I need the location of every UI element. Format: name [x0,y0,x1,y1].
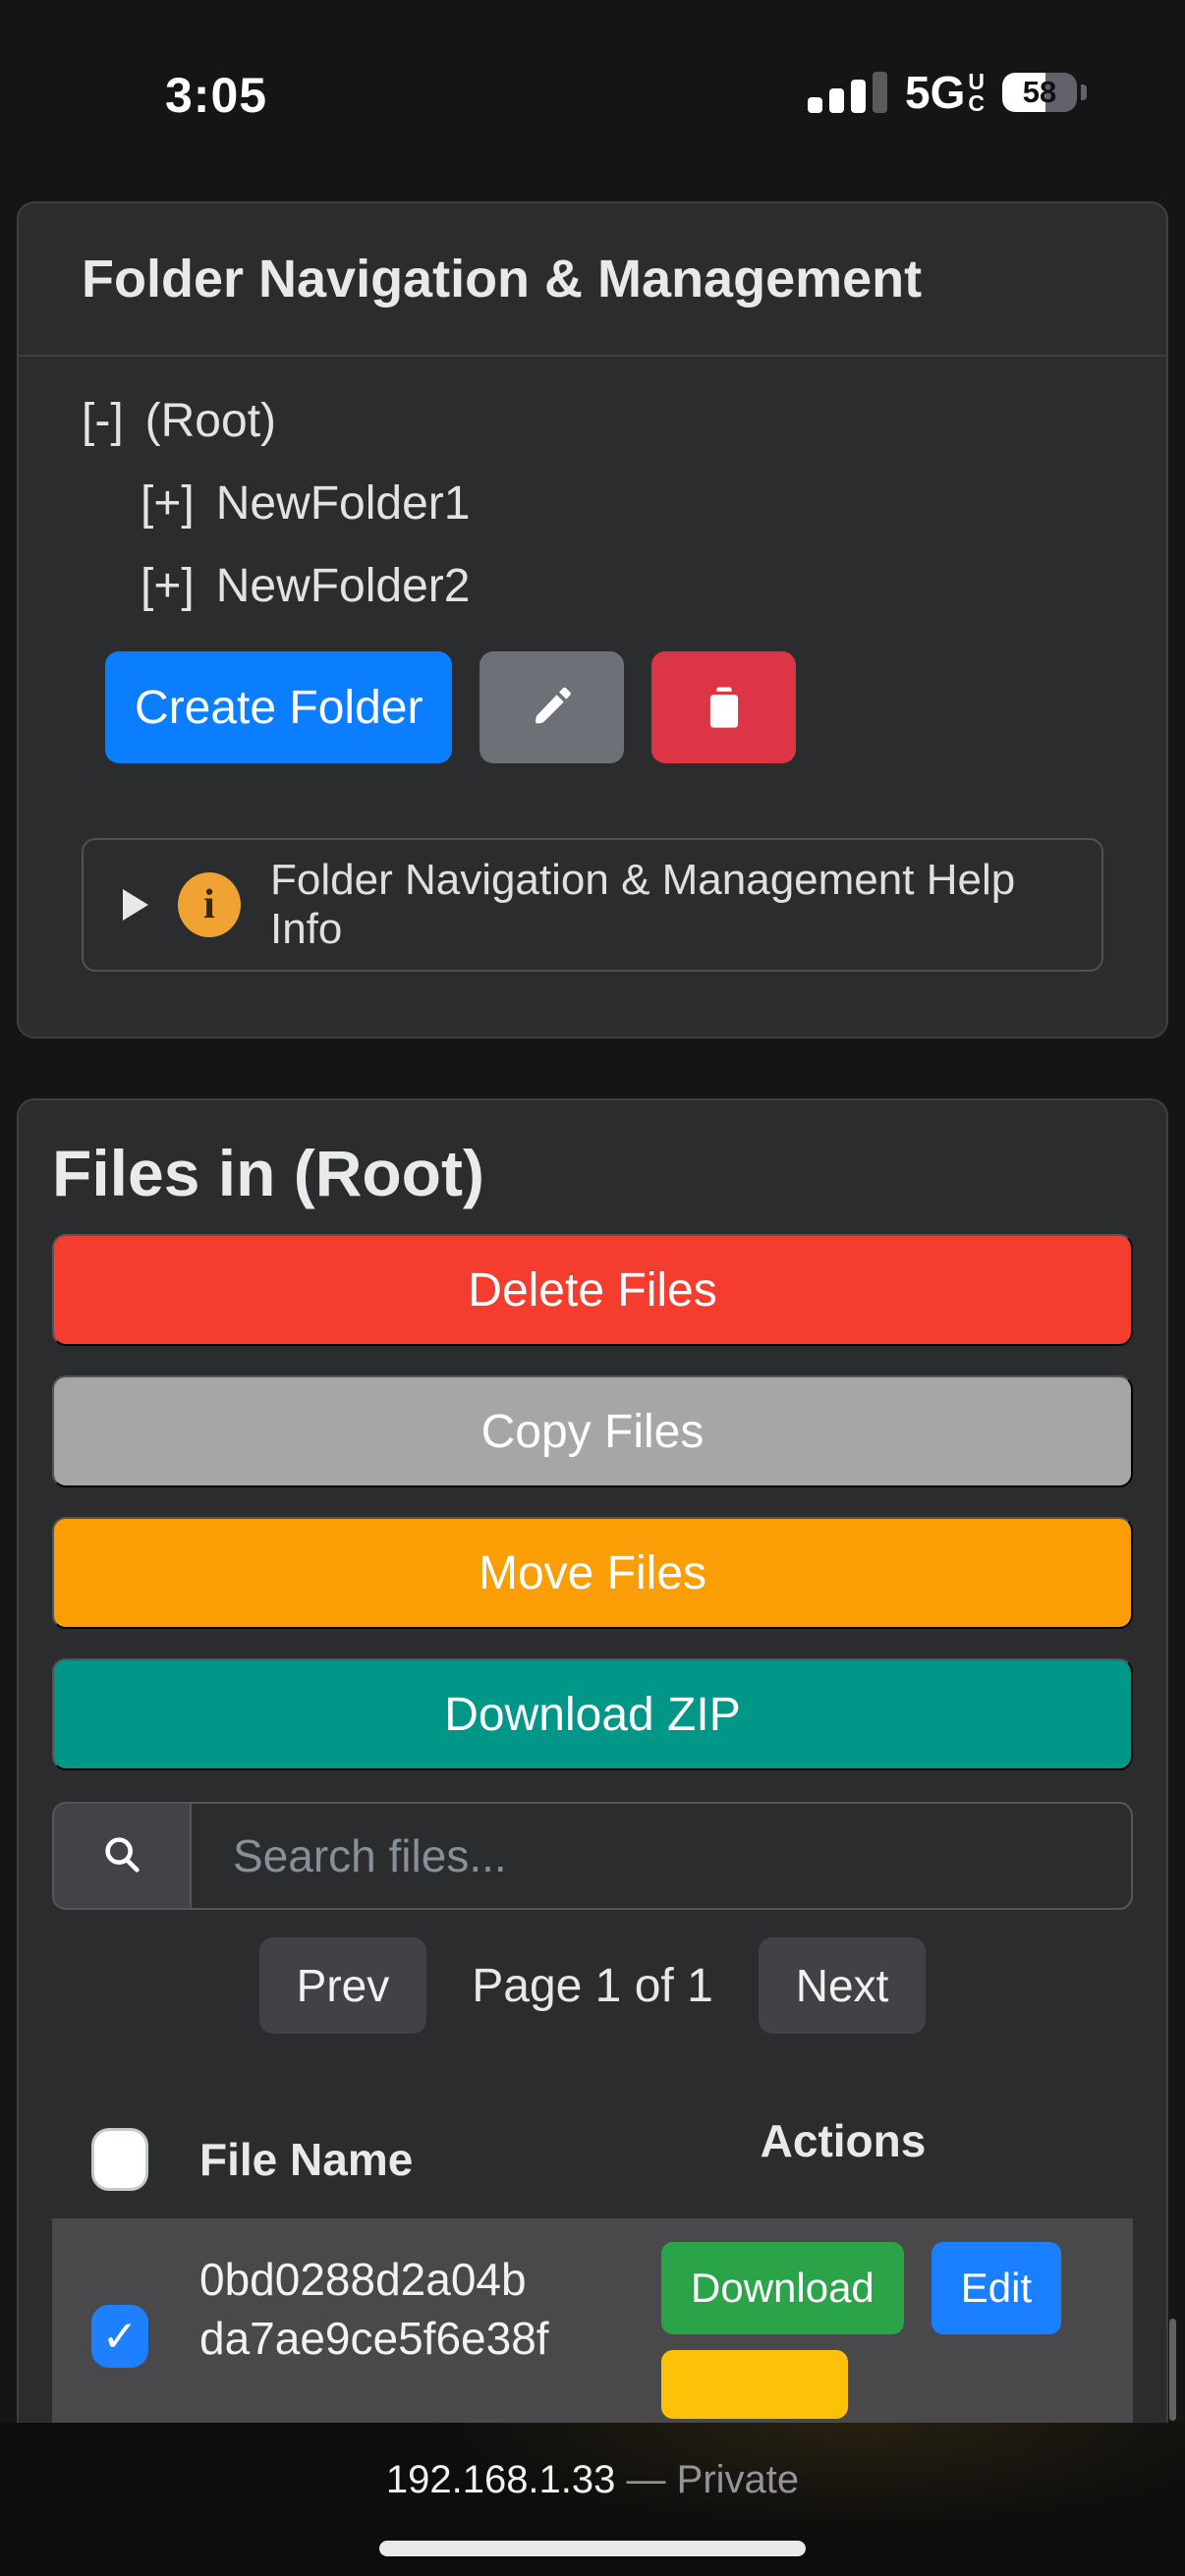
page-scrollbar-thumb [1169,2319,1176,2421]
delete-folder-button[interactable] [651,651,796,763]
copy-files-button[interactable]: Copy Files [52,1375,1133,1487]
folder-card-header: Folder Navigation & Management [19,203,1166,357]
page-indicator: Page 1 of 1 [472,1959,713,2013]
folder-help-label: Folder Navigation & Management Help Info [270,856,1062,954]
safari-bottom-bar: 192.168.1.33 — Private [0,2423,1185,2576]
battery-nub [1081,84,1087,100]
search-input[interactable] [190,1802,1133,1910]
tree-label[interactable]: (Root) [145,395,276,447]
signal-strength-icon [808,72,887,113]
folder-card-body: [-] (Root) [+] NewFolder1 [+] NewFolder2 Cr… [19,357,1166,972]
search-addon [52,1802,190,1910]
file-table-header: File Name Actions [52,2100,1133,2218]
battery-percent: 58 [1002,73,1077,112]
folder-card-title: Folder Navigation & Management [82,249,922,309]
address-bar[interactable]: 192.168.1.33 — Private [0,2423,1185,2502]
select-all-checkbox[interactable] [91,2128,148,2191]
pencil-icon [527,681,578,735]
files-card: Files in (Root) Delete Files Copy Files … [17,1098,1168,2474]
tree-item-newfolder1[interactable]: [+] NewFolder1 [82,469,1103,539]
battery-icon: 58 [1002,73,1077,112]
download-zip-button[interactable]: Download ZIP [52,1658,1133,1770]
status-time: 3:05 [165,67,267,124]
trash-icon [699,681,750,735]
file-search-group [52,1802,1133,1910]
network-type-label: 5G U C [905,71,985,114]
expand-arrow-icon [123,889,148,921]
delete-files-button[interactable]: Delete Files [52,1234,1133,1346]
url-host: 192.168.1.33 [386,2458,616,2501]
download-file-button[interactable]: Download [661,2242,904,2334]
tree-toggle-expand[interactable]: [+] [141,560,195,612]
file-name-column-header: File Name [199,2133,661,2186]
row-checkbox[interactable] [91,2305,148,2368]
home-indicator[interactable] [379,2541,806,2556]
folder-help-accordion[interactable]: Folder Navigation & Management Help Info [82,838,1103,972]
rename-folder-button[interactable] [480,651,624,763]
move-files-button[interactable]: Move Files [52,1517,1133,1629]
folder-management-card: Folder Navigation & Management [-] (Root)… [17,201,1168,1038]
search-icon [99,1831,144,1881]
privacy-label: — Private [627,2458,800,2501]
tree-label[interactable]: NewFolder2 [216,560,471,612]
create-folder-button[interactable]: Create Folder [105,651,452,763]
folder-actions-row: Create Folder [105,651,1103,763]
next-page-button[interactable]: Next [759,1937,927,2034]
tree-toggle-collapse[interactable]: [-] [82,395,124,447]
tree-toggle-expand[interactable]: [+] [141,477,195,530]
tree-label[interactable]: NewFolder1 [216,477,471,530]
files-card-title: Files in (Root) [52,1136,1133,1210]
iphone-screen: 3:05 5G U C 58 Folder Navigation & Manag… [0,0,1185,2576]
actions-column-header: Actions [661,2114,1133,2167]
prev-page-button[interactable]: Prev [259,1937,427,2034]
pagination: Prev Page 1 of 1 Next [52,1937,1133,2034]
warning-action-button-partial[interactable] [661,2350,848,2419]
edit-file-button[interactable]: Edit [931,2242,1061,2334]
info-icon [178,872,241,937]
tree-item-root[interactable]: [-] (Root) [82,386,1103,457]
tree-item-newfolder2[interactable]: [+] NewFolder2 [82,551,1103,622]
status-icons: 5G U C 58 [808,71,1087,114]
